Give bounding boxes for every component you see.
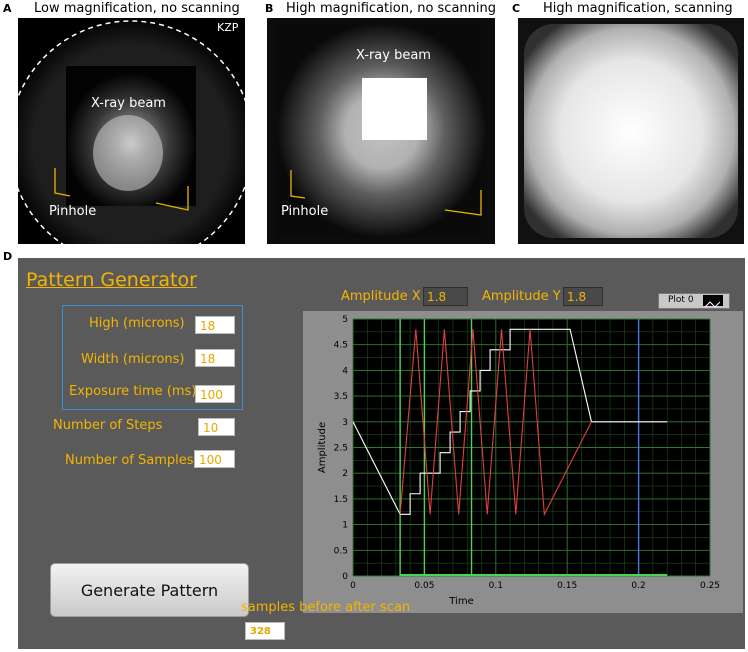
y-tick-label: 3.5 — [334, 392, 348, 402]
panel-b-title: High magnification, no scanning — [286, 1, 497, 16]
width-input[interactable]: 18 — [195, 349, 235, 367]
panel-b-beam-label: X-ray beam — [356, 48, 431, 63]
height-label: High (microns) — [89, 316, 185, 331]
panel-b-letter: B — [265, 2, 274, 15]
panel-a-kzp-label: KZP — [217, 21, 239, 34]
amplitude-y-label: Amplitude Y — [482, 289, 561, 304]
y-tick-label: 5 — [342, 315, 348, 325]
exposure-time-label: Exposure time (ms) — [69, 384, 197, 399]
number-of-samples-input[interactable]: 100 — [194, 450, 235, 468]
samples-before-after-scan-label: samples before after scan — [241, 600, 411, 615]
generate-pattern-button[interactable]: Generate Pattern — [50, 563, 249, 617]
height-input[interactable]: 18 — [195, 316, 235, 334]
pattern-generator-title: Pattern Generator — [26, 269, 197, 291]
panel-c-microscope-image — [518, 18, 744, 244]
panel-c-letter: C — [512, 2, 521, 15]
waveform-chart: 0 0.05 0.1 0.15 0.2 0.25 0 0.5 1 1.5 2 2.5 3 3.5 4 4.5 5… — [317, 315, 720, 607]
number-of-steps-label: Number of Steps — [53, 418, 163, 433]
y-tick-label: 0 — [342, 572, 348, 582]
plot-legend-label: Plot 0 — [668, 295, 694, 305]
x-tick-label: 0.25 — [700, 581, 720, 591]
y-tick-label: 2.5 — [334, 444, 348, 454]
x-tick-label: 0.15 — [557, 581, 577, 591]
panel-a-letter: A — [3, 2, 12, 15]
panel-b-pinhole-label: Pinhole — [281, 204, 329, 219]
x-tick-label: 0 — [350, 581, 356, 591]
panel-a-image: X-ray beam Pinhole KZP — [18, 18, 245, 244]
panel-a-beam-label: X-ray beam — [91, 96, 166, 111]
y-tick-label: 4 — [342, 366, 348, 376]
y-tick-label: 1.5 — [334, 495, 348, 505]
y-tick-label: 2 — [342, 469, 348, 479]
panel-c-title: High magnification, scanning — [543, 1, 733, 16]
amplitude-x-indicator: 1.8 — [423, 287, 468, 306]
number-of-steps-input[interactable]: 10 — [198, 418, 235, 436]
y-tick-label: 1 — [342, 521, 348, 531]
pattern-generator-panel: Pattern Generator High (microns) 18 Widt… — [18, 258, 745, 649]
panel-a-title: Low magnification, no scanning — [34, 1, 240, 16]
waveform-graph[interactable]: 0 0.05 0.1 0.15 0.2 0.25 0 0.5 1 1.5 2 2.5 3 3.5 4 4.5 5… — [303, 311, 743, 613]
y-axis-label: Amplitude — [317, 422, 328, 473]
x-tick-label: 0.1 — [489, 581, 503, 591]
x-tick-label: 0.05 — [414, 581, 434, 591]
number-of-samples-label: Number of Samples — [65, 453, 194, 468]
amplitude-x-label: Amplitude X — [341, 289, 421, 304]
amplitude-y-indicator: 1.8 — [563, 287, 603, 306]
plot-legend[interactable]: Plot 0 — [658, 293, 730, 309]
x-axis-label: Time — [448, 596, 473, 607]
y-tick-label: 4.5 — [334, 341, 348, 351]
panel-b-image: X-ray beam Pinhole — [267, 18, 495, 244]
plot-legend-swatch-icon — [703, 295, 723, 308]
panel-d-letter: D — [3, 250, 13, 263]
y-tick-label: 0.5 — [334, 546, 348, 556]
panel-c-image — [518, 18, 744, 244]
width-label: Width (microns) — [81, 352, 185, 367]
y-tick-label: 3 — [342, 418, 348, 428]
exposure-time-input[interactable]: 100 — [195, 385, 235, 403]
x-tick-label: 0.2 — [631, 581, 645, 591]
panel-a-pinhole-label: Pinhole — [49, 204, 97, 219]
samples-before-after-scan-input[interactable]: 328 — [245, 622, 285, 640]
